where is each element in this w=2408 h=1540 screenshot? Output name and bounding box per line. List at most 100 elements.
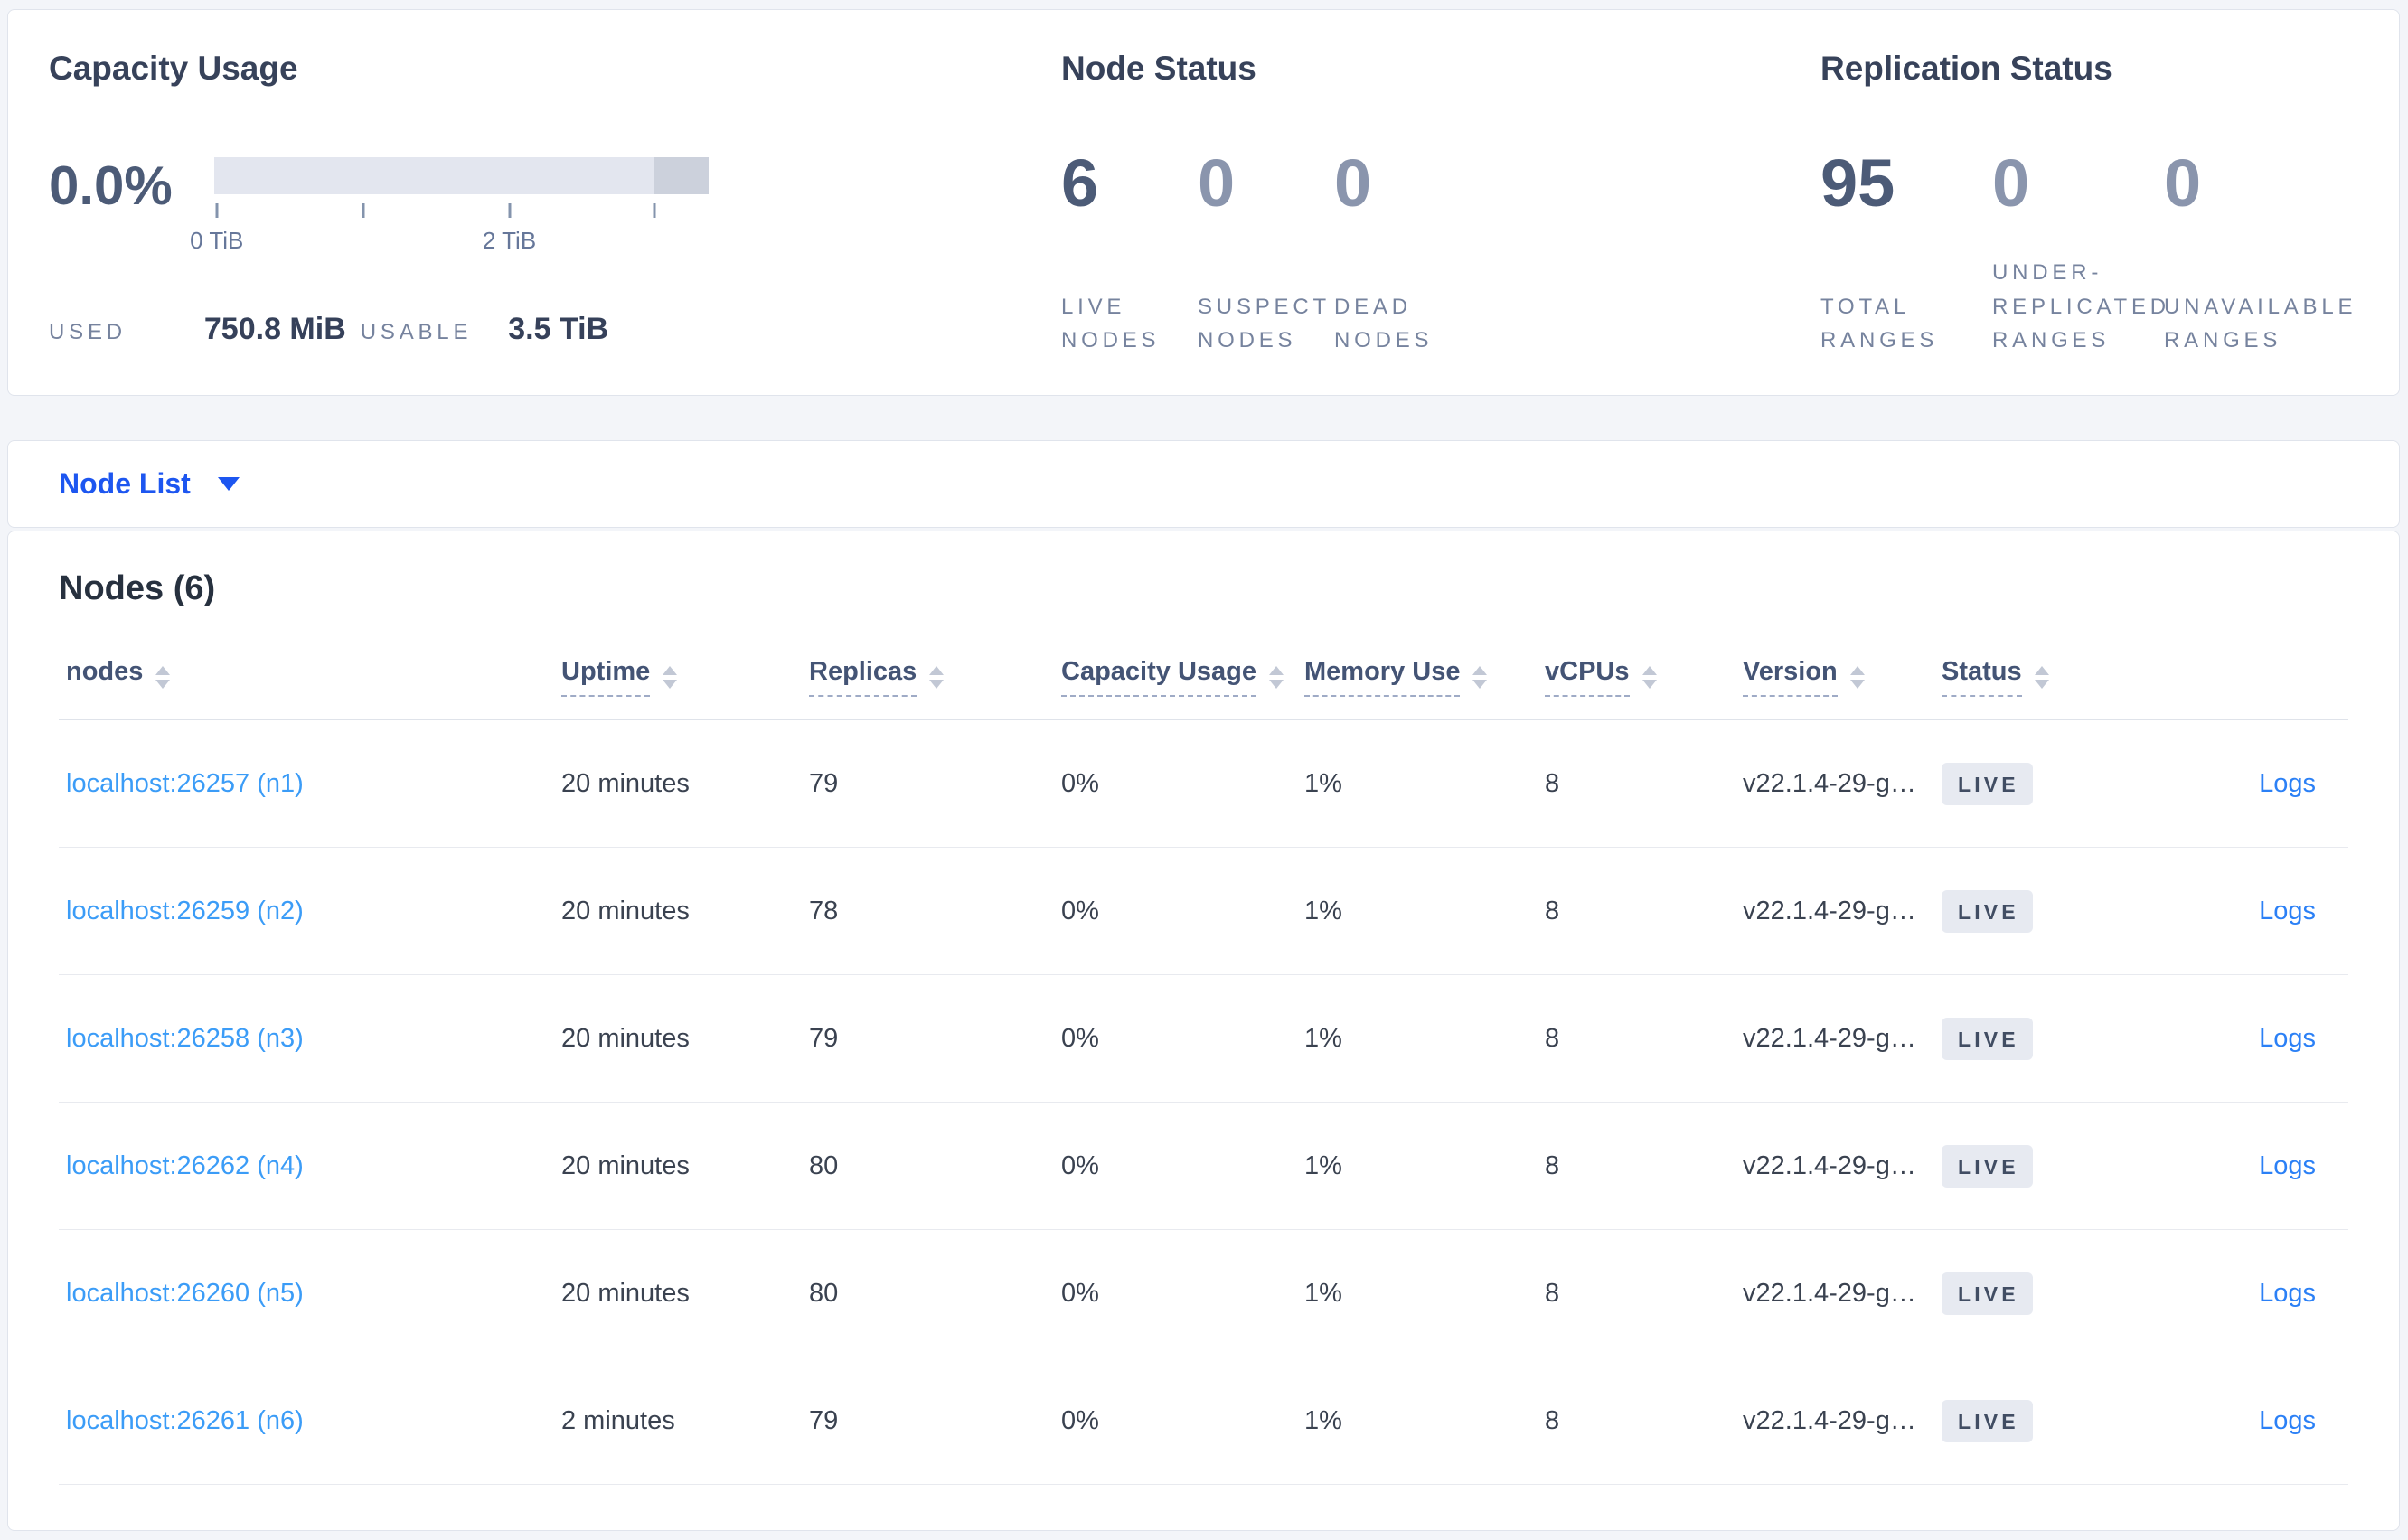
vcpus-cell: 8 [1545,1150,1560,1180]
used-label: USED [49,320,127,344]
table-header-row: nodes Uptime Replicas Capacity Usage Mem… [59,634,2348,720]
capacity-cell: 0% [1061,1150,1099,1180]
node-status-title: Node Status [1061,50,1256,87]
vcpus-cell: 8 [1545,768,1560,798]
usable-value: 3.5 TiB [508,312,609,346]
capacity-axis-labels: 0 TiB 2 TiB [190,227,709,256]
vcpus-cell: 8 [1545,1023,1560,1053]
capacity-cell: 0% [1061,1405,1099,1435]
replicas-cell: 78 [809,896,839,925]
capacity-bar-dark-segment [653,157,709,194]
logs-link[interactable]: Logs [2259,769,2316,798]
sort-icon[interactable] [929,665,945,689]
status-badge: LIVE [1942,1399,2033,1442]
column-header-status: Status [1934,657,2115,697]
total-ranges-metric: 95 TOTAL RANGES [1820,150,1992,357]
memory-cell: 1% [1304,896,1342,925]
replication-status-section: Replication Status 95 TOTAL RANGES 0 UND… [1820,10,2399,395]
sort-icon[interactable] [663,665,678,689]
uptime-cell: 20 minutes [561,768,690,798]
total-ranges-label: TOTAL RANGES [1820,294,1939,352]
capacity-stats: USED 750.8 MiB USABLE 3.5 TiB [49,312,608,347]
replicas-cell: 79 [809,768,839,798]
node-status-section: Node Status 6 LIVE NODES 0 SUSPECT NODES… [1061,10,1694,395]
capacity-cell: 0% [1061,896,1099,925]
under-replicated-count: 0 [1992,146,2030,221]
replicas-cell: 80 [809,1278,839,1308]
sort-icon[interactable] [155,665,171,689]
version-cell: v22.1.4-29-g… [1743,768,1916,798]
live-nodes-metric: 6 LIVE NODES [1061,150,1198,357]
node-list-view-selector[interactable]: Node List [8,441,276,527]
uptime-cell: 20 minutes [561,1278,690,1308]
capacity-cell: 0% [1061,768,1099,798]
column-header-nodes: nodes [59,657,554,697]
uptime-cell: 20 minutes [561,1150,690,1180]
node-link[interactable]: localhost:26259 (n2) [66,897,304,925]
dead-nodes-label: DEAD NODES [1334,294,1434,352]
capacity-bar [214,157,709,194]
version-cell: v22.1.4-29-g… [1743,896,1916,925]
uptime-cell: 20 minutes [561,1023,690,1053]
capacity-axis-ticks [214,203,709,221]
logs-link[interactable]: Logs [2259,1279,2316,1308]
axis-tick-label: 2 TiB [482,227,537,254]
usable-label: USABLE [360,320,473,344]
suspect-nodes-label: SUSPECT NODES [1198,294,1331,352]
dead-nodes-metric: 0 DEAD NODES [1334,150,1497,357]
nodes-table-card: Nodes (6) nodes Uptime Replicas Capacity… [7,531,2400,1531]
live-nodes-count: 6 [1061,146,1099,221]
sort-icon[interactable] [1472,665,1488,689]
column-header-capacity-usage: Capacity Usage [1054,657,1297,697]
logs-link[interactable]: Logs [2259,1151,2316,1180]
column-header-version: Version [1735,657,1934,697]
sort-icon[interactable] [1849,665,1865,689]
node-link[interactable]: localhost:26261 (n6) [66,1406,304,1435]
node-link[interactable]: localhost:26262 (n4) [66,1151,304,1180]
column-header-vcpus: vCPUs [1538,657,1735,697]
under-replicated-label: UNDER-REPLICATED RANGES [1992,260,2170,352]
node-link[interactable]: localhost:26258 (n3) [66,1024,304,1053]
status-badge: LIVE [1942,1144,2033,1188]
table-row: localhost:26262 (n4) 20 minutes 80 0% 1%… [59,1103,2348,1230]
nodes-table: nodes Uptime Replicas Capacity Usage Mem… [59,634,2348,1485]
sort-icon[interactable] [2034,665,2049,689]
cluster-summary-card: Capacity Usage 0.0% 0 TiB 2 TiB USED 750… [7,9,2400,396]
sort-icon[interactable] [1269,665,1284,689]
column-header-memory-use: Memory Use [1297,657,1538,697]
logs-link[interactable]: Logs [2259,897,2316,925]
status-badge: LIVE [1942,1017,2033,1060]
status-badge: LIVE [1942,1272,2033,1315]
sort-icon[interactable] [1641,665,1657,689]
memory-cell: 1% [1304,1150,1342,1180]
status-badge: LIVE [1942,889,2033,933]
version-cell: v22.1.4-29-g… [1743,1023,1916,1053]
version-cell: v22.1.4-29-g… [1743,1278,1916,1308]
nodes-heading: Nodes (6) [59,569,216,607]
node-list-selector-label: Node List [59,467,191,500]
vcpus-cell: 8 [1545,1278,1560,1308]
chevron-down-icon [217,477,240,491]
axis-tick [508,203,512,218]
unavailable-ranges-metric: 0 UNAVAILABLE RANGES [2164,150,2390,357]
capacity-cell: 0% [1061,1023,1099,1053]
used-value: 750.8 MiB [203,312,346,346]
node-link[interactable]: localhost:26260 (n5) [66,1279,304,1308]
node-link[interactable]: localhost:26257 (n1) [66,769,304,798]
memory-cell: 1% [1304,1278,1342,1308]
replicas-cell: 80 [809,1150,839,1180]
dead-nodes-count: 0 [1334,146,1372,221]
replicas-cell: 79 [809,1023,839,1053]
axis-tick [362,203,365,218]
logs-link[interactable]: Logs [2259,1024,2316,1053]
node-list-selector-card: Node List [7,440,2400,528]
capacity-usage-title: Capacity Usage [49,50,298,87]
axis-tick-label: 0 TiB [190,227,244,254]
vcpus-cell: 8 [1545,1405,1560,1435]
logs-link[interactable]: Logs [2259,1406,2316,1435]
capacity-percent-value: 0.0% [49,155,173,216]
column-header-replicas: Replicas [802,657,1054,697]
version-cell: v22.1.4-29-g… [1743,1150,1916,1180]
capacity-bar-chart: 0 TiB 2 TiB [190,157,709,256]
axis-tick [653,203,656,218]
